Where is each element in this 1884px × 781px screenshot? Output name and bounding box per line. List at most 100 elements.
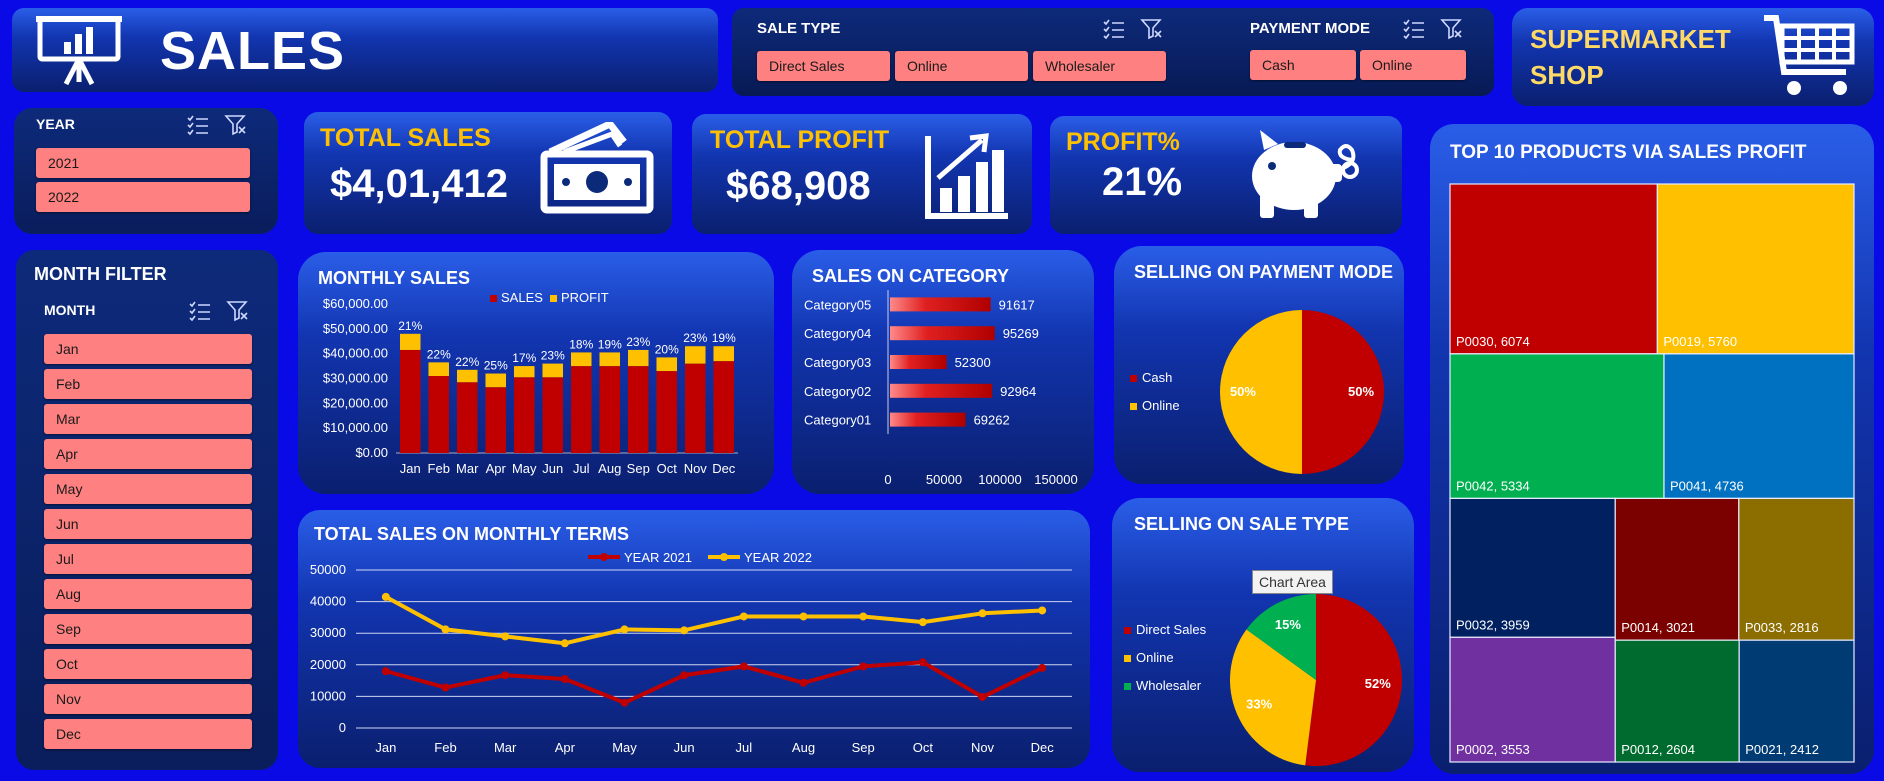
- multi-select-icon[interactable]: [1102, 18, 1126, 40]
- multi-select-icon[interactable]: [188, 300, 212, 322]
- top10-products-chart[interactable]: P0030, 6074 P0019, 5760 P0042, 5334 P0041, …: [1430, 124, 1874, 774]
- treemap-label: P0012, 2604: [1621, 742, 1695, 757]
- monthly-terms-chart[interactable]: 0 10000 20000 30000 40000 50000 Jan Feb Mar Apr Ma…: [298, 510, 1090, 768]
- money-icon: [540, 122, 654, 214]
- payment-mode-chart[interactable]: 50% 50% Cash Online: [1114, 246, 1404, 484]
- x-tick-label: Sep: [852, 740, 875, 755]
- treemap-label: P0033, 2816: [1745, 620, 1819, 635]
- pie-slice-label: 50%: [1230, 384, 1256, 399]
- month-aug[interactable]: Aug: [44, 579, 252, 609]
- series-point: [680, 671, 689, 680]
- category-bar: [890, 383, 993, 398]
- clear-filter-icon[interactable]: [1440, 18, 1464, 40]
- clear-filter-icon[interactable]: [224, 114, 248, 136]
- y-tick-label: 10000: [310, 688, 346, 703]
- year-2022[interactable]: 2022: [36, 182, 250, 212]
- month-dec[interactable]: Dec: [44, 719, 252, 749]
- series-point: [560, 639, 569, 648]
- legend-swatch: [1124, 683, 1131, 690]
- legend-label: Wholesaler: [1136, 678, 1202, 693]
- pie-slice-label: 52%: [1365, 676, 1391, 691]
- profit-pct-label: 18%: [569, 337, 593, 351]
- monthly-sales-chart[interactable]: $0.00 $10,000.00 $20,000.00 $30,000.00 $40,0…: [298, 252, 774, 494]
- month-mar[interactable]: Mar: [44, 404, 252, 434]
- shop-banner: SUPERMARKET SHOP: [1512, 8, 1874, 106]
- profit-pct-label: 19%: [712, 331, 736, 345]
- x-tick-label: Aug: [792, 740, 815, 755]
- x-tick-label: Feb: [428, 461, 450, 476]
- shop-name-line1: SUPERMARKET: [1530, 24, 1731, 54]
- sale-type-payment-slicer-panel: SALE TYPE Direct Sales Online Wholesaler…: [732, 8, 1494, 96]
- series-point: [680, 626, 689, 635]
- month-filter-title: MONTH FILTER: [34, 264, 167, 284]
- category-label: Category04: [804, 326, 871, 341]
- month-jul[interactable]: Jul: [44, 544, 252, 574]
- x-tick-label: Jul: [573, 461, 590, 476]
- month-feb[interactable]: Feb: [44, 369, 252, 399]
- profit-pct-label: 23%: [626, 335, 650, 349]
- sale-type-label: SALE TYPE: [757, 20, 841, 37]
- chart-area-tooltip: Chart Area: [1252, 570, 1333, 594]
- profit-pct-label: 17%: [512, 351, 536, 365]
- profit-bar: [542, 363, 564, 378]
- profit-bar: [428, 362, 450, 377]
- x-tick-label: Feb: [434, 740, 456, 755]
- multi-select-icon[interactable]: [186, 114, 210, 136]
- month-sep[interactable]: Sep: [44, 614, 252, 644]
- x-tick-label: 150000: [1034, 472, 1077, 487]
- sale-type-chart[interactable]: 52% 33% 15% Direct Sales Online Wholesaler: [1112, 498, 1414, 772]
- legend-swatch: [1130, 403, 1137, 410]
- y-tick-label: 20000: [310, 657, 346, 672]
- x-tick-label: 100000: [978, 472, 1021, 487]
- profit-bar: [399, 333, 421, 350]
- payment-mode-online[interactable]: Online: [1360, 50, 1466, 80]
- x-tick-label: May: [612, 740, 637, 755]
- treemap-label: P0041, 4736: [1670, 478, 1744, 493]
- series-point: [859, 662, 868, 671]
- month-jun[interactable]: Jun: [44, 509, 252, 539]
- series-point: [918, 658, 927, 667]
- sale-type-direct-sales[interactable]: Direct Sales: [757, 51, 890, 81]
- y-tick-label: 40000: [310, 594, 346, 609]
- clear-filter-icon[interactable]: [226, 300, 250, 322]
- month-jan[interactable]: Jan: [44, 334, 252, 364]
- treemap-label: P0030, 6074: [1456, 334, 1530, 349]
- month-oct[interactable]: Oct: [44, 649, 252, 679]
- sale-type-wholesaler[interactable]: Wholesaler: [1033, 51, 1166, 81]
- year-2021[interactable]: 2021: [36, 148, 250, 178]
- series-point: [799, 612, 808, 621]
- treemap-tile: [1738, 497, 1855, 641]
- legend-label: Online: [1136, 650, 1174, 665]
- month-apr[interactable]: Apr: [44, 439, 252, 469]
- profit-pct-label: 20%: [655, 342, 679, 356]
- series-point: [739, 662, 748, 671]
- payment-mode-cash[interactable]: Cash: [1250, 50, 1356, 80]
- profit-pct-label: 22%: [455, 355, 479, 369]
- legend-swatch: [1130, 375, 1137, 382]
- y-tick-label: $10,000.00: [323, 420, 388, 435]
- monthly-sales-panel: MONTHLY SALES $0.00 $10,000.00 $20,000.00 $…: [298, 252, 774, 494]
- x-tick-label: Oct: [657, 461, 678, 476]
- multi-select-icon[interactable]: [1402, 18, 1426, 40]
- y-tick-label: 50000: [310, 562, 346, 577]
- month-may[interactable]: May: [44, 474, 252, 504]
- pie-slice-label: 50%: [1348, 384, 1374, 399]
- series-point: [859, 612, 868, 621]
- treemap-label: P0021, 2412: [1745, 742, 1819, 757]
- sales-category-chart[interactable]: Category05 91617 Category04 95269 Category03…: [792, 250, 1094, 494]
- x-tick-label: Oct: [913, 740, 934, 755]
- category-value: 69262: [974, 413, 1010, 428]
- series-point: [1038, 606, 1047, 615]
- month-nov[interactable]: Nov: [44, 684, 252, 714]
- month-slicer: MONTH FILTER MONTH Jan Feb Mar Apr May Jun Jul…: [16, 250, 278, 770]
- profit-pct-label: 21%: [398, 319, 422, 333]
- sale-type-online[interactable]: Online: [895, 51, 1028, 81]
- x-tick-label: Dec: [1031, 740, 1055, 755]
- treemap-label: P0014, 3021: [1621, 620, 1695, 635]
- x-tick-label: Jun: [542, 461, 563, 476]
- category-value: 91617: [999, 297, 1035, 312]
- sales-bar: [570, 366, 592, 453]
- series-point: [739, 612, 748, 621]
- series-point: [978, 693, 987, 702]
- clear-filter-icon[interactable]: [1140, 18, 1164, 40]
